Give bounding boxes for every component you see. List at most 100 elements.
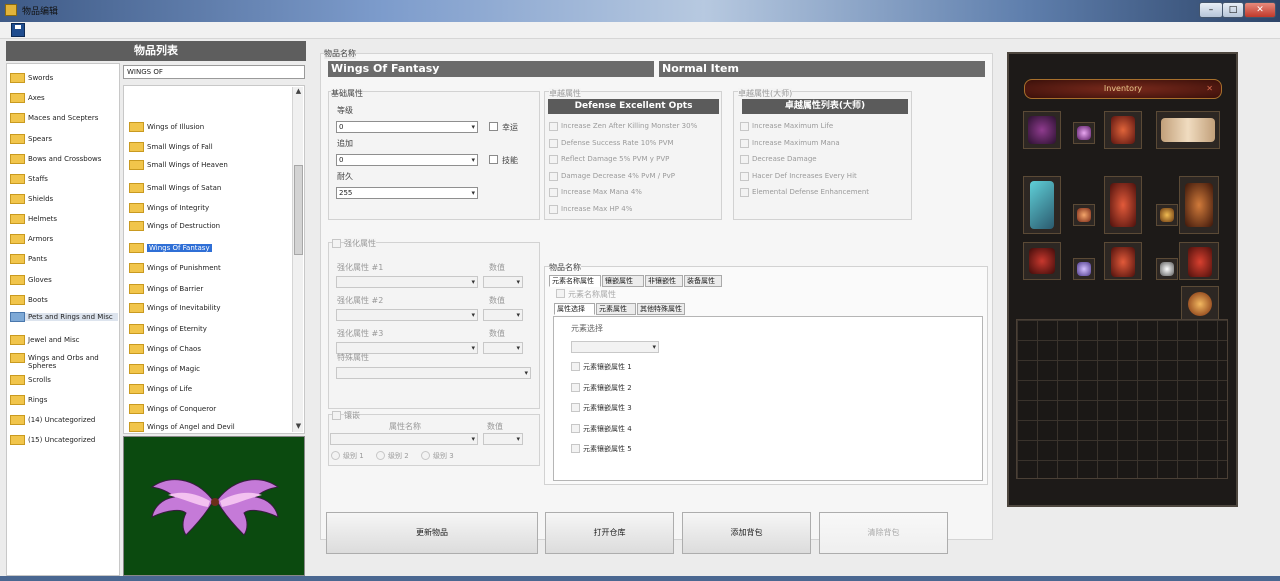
- pants-slot[interactable]: [1104, 242, 1142, 280]
- socket-name-select[interactable]: [330, 433, 478, 445]
- item-entry[interactable]: Wings of Life: [129, 384, 294, 394]
- option-checkbox[interactable]: [740, 122, 749, 131]
- option-row[interactable]: Decrease Damage: [740, 155, 817, 164]
- element-name-checkbox[interactable]: [556, 289, 565, 298]
- maximize-button[interactable]: □: [1222, 2, 1244, 18]
- category-item[interactable]: Helmets: [10, 214, 118, 224]
- element-row[interactable]: 元素镶嵌属性 5: [571, 444, 632, 454]
- item-entry[interactable]: Wings of Magic: [129, 364, 294, 374]
- category-list[interactable]: Swords Axes Maces and Scepters Spears Bows a…: [6, 63, 120, 576]
- skill-checkbox[interactable]: [489, 155, 498, 164]
- category-item[interactable]: Bows and Crossbows: [10, 154, 118, 164]
- tab-1[interactable]: 元素名称属性: [549, 275, 601, 287]
- option-row[interactable]: Increase Zen After Killing Monster 30%: [549, 122, 697, 131]
- helmet-slot[interactable]: [1104, 111, 1142, 149]
- item-entry[interactable]: Small Wings of Satan: [129, 183, 294, 193]
- option-checkbox[interactable]: [740, 155, 749, 164]
- scroll-down-icon[interactable]: ▼: [293, 422, 304, 432]
- category-item[interactable]: Spears: [10, 134, 118, 144]
- category-item[interactable]: Rings: [10, 395, 118, 405]
- item-entry[interactable]: Wings of Eternity: [129, 324, 294, 334]
- item-name-field[interactable]: Wings Of Fantasy: [328, 61, 654, 77]
- clear-bag-button[interactable]: 清除背包: [819, 512, 948, 554]
- option-checkbox[interactable]: [549, 155, 558, 164]
- radio-icon[interactable]: [421, 451, 430, 460]
- tab-3[interactable]: 非镶嵌性: [645, 275, 683, 287]
- radio-icon[interactable]: [376, 451, 385, 460]
- shield-slot[interactable]: [1179, 176, 1219, 234]
- category-item[interactable]: Wings and Orbs and Spheres: [10, 353, 118, 370]
- option-checkbox[interactable]: [549, 138, 558, 148]
- item-entry[interactable]: Wings of Illusion: [129, 122, 294, 132]
- luck-checkbox[interactable]: [489, 122, 498, 131]
- pendant-slot[interactable]: [1073, 204, 1095, 226]
- option-checkbox[interactable]: [549, 204, 558, 214]
- option-row[interactable]: Damage Decrease 4% PvM / PvP: [549, 171, 675, 181]
- durability-spinner[interactable]: 255: [336, 187, 478, 199]
- helm-slot[interactable]: [1023, 111, 1061, 149]
- element-row[interactable]: 元素镶嵌属性 1: [571, 362, 632, 372]
- option-row[interactable]: Increase Maximum Mana: [740, 138, 840, 148]
- enhance-checkbox[interactable]: [332, 239, 341, 248]
- element-checkbox[interactable]: [571, 362, 580, 371]
- item-entry[interactable]: Wings of Conqueror: [129, 404, 294, 414]
- category-item[interactable]: Staffs: [10, 174, 118, 184]
- socket-level-radio[interactable]: 级别 3: [421, 451, 454, 461]
- category-item[interactable]: Shields: [10, 194, 118, 204]
- element-checkbox[interactable]: [571, 423, 580, 433]
- element-select[interactable]: [571, 341, 659, 353]
- option-checkbox[interactable]: [740, 171, 749, 181]
- open-warehouse-button[interactable]: 打开仓库: [545, 512, 674, 554]
- weapon-slot[interactable]: [1023, 176, 1061, 234]
- enhance-value-select[interactable]: [483, 276, 523, 288]
- category-item[interactable]: Axes: [10, 93, 118, 103]
- minimize-button[interactable]: –: [1199, 2, 1223, 18]
- option-row[interactable]: Increase Maximum Life: [740, 122, 833, 131]
- option-row[interactable]: Hacer Def Increases Every Hit: [740, 171, 857, 181]
- inventory-bag-grid[interactable]: [1016, 319, 1228, 479]
- element-row[interactable]: 元素镶嵌属性 2: [571, 382, 632, 393]
- socket-checkbox[interactable]: [332, 411, 341, 420]
- element-checkbox[interactable]: [571, 444, 580, 453]
- option-checkbox[interactable]: [549, 188, 558, 197]
- socket-level-radio[interactable]: 级别 2: [376, 451, 409, 461]
- item-entry[interactable]: Wings of Barrier: [129, 284, 294, 294]
- tab-2[interactable]: 镶嵌属性: [602, 275, 644, 287]
- element-row[interactable]: 元素镶嵌属性 4: [571, 423, 632, 434]
- item-list-scrollbar[interactable]: ▲ ▼: [292, 87, 303, 432]
- search-input[interactable]: WINGS OF: [123, 65, 305, 79]
- scroll-thumb[interactable]: [294, 165, 303, 255]
- item-entry[interactable]: Wings of Punishment: [129, 263, 294, 273]
- option-row[interactable]: Reflect Damage 5% PVM y PVP: [549, 155, 669, 164]
- scroll-up-icon[interactable]: ▲: [293, 87, 304, 97]
- option-checkbox[interactable]: [740, 138, 749, 148]
- wings-slot[interactable]: [1156, 111, 1220, 149]
- enhance-select[interactable]: [336, 309, 478, 321]
- ring-slot-1[interactable]: [1156, 204, 1178, 226]
- ring-slot-3[interactable]: [1156, 258, 1178, 280]
- tab-4[interactable]: 装备属性: [684, 275, 722, 287]
- item-entry[interactable]: Wings of Inevitability: [129, 303, 294, 313]
- element-checkbox[interactable]: [571, 403, 580, 412]
- boots-slot[interactable]: [1179, 242, 1219, 280]
- category-item[interactable]: Swords: [10, 73, 118, 83]
- option-checkbox[interactable]: [549, 171, 558, 181]
- socket-level-radio[interactable]: 级别 1: [331, 451, 364, 461]
- category-item[interactable]: Gloves: [10, 275, 118, 285]
- armor-slot[interactable]: [1104, 176, 1142, 234]
- pentagram-slot[interactable]: [1181, 286, 1219, 322]
- save-icon[interactable]: [11, 23, 25, 37]
- category-item[interactable]: Armors: [10, 234, 118, 244]
- option-row[interactable]: Elemental Defense Enhancement: [740, 188, 869, 197]
- item-entry[interactable]: Wings Of Fantasy: [129, 243, 294, 253]
- element-row[interactable]: 元素镶嵌属性 3: [571, 403, 632, 413]
- option-checkbox[interactable]: [549, 122, 558, 131]
- add-select[interactable]: 0: [336, 154, 478, 166]
- category-item[interactable]: (15) Uncategorized: [10, 435, 118, 445]
- item-entry[interactable]: Wings of Chaos: [129, 344, 294, 354]
- special-select[interactable]: [336, 367, 531, 379]
- inventory-close-icon[interactable]: ✕: [1206, 80, 1213, 98]
- radio-icon[interactable]: [331, 451, 340, 460]
- subtab-3[interactable]: 其他特殊属性: [637, 303, 685, 315]
- element-checkbox[interactable]: [571, 382, 580, 392]
